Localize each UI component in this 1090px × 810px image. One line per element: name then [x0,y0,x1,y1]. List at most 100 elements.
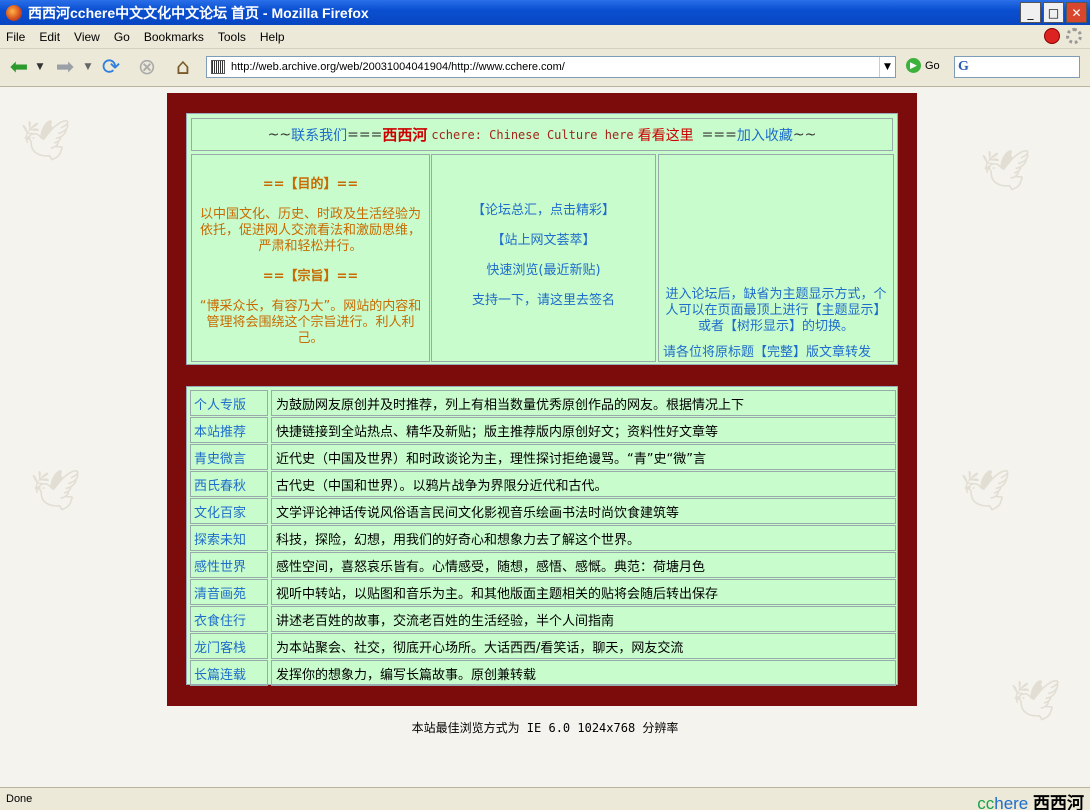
tips-column: 进入论坛后，缺省为主题显示方式，个人可以在页面最顶上进行【主题显示】或者【树形显… [658,154,894,362]
forum-link[interactable]: 个人专版 [190,390,268,416]
quick-browse-link[interactable]: 快速浏览(最近新贴) [432,263,655,279]
menu-view[interactable]: View [74,30,100,44]
crane-watermark-icon: 🕊 [960,468,1011,514]
forum-description: 古代史（中国和世界）。以鸦片战争为界限分近代和古代。 [271,471,896,497]
crane-watermark-icon: 🕊 [980,148,1031,194]
forum-description: 发挥你的想象力，编写长篇故事。原创兼转载 [271,660,896,686]
forum-link[interactable]: 衣食住行 [190,606,268,632]
forum-row: 清音画苑 视听中转站，以贴图和音乐为主。和其他版面主题相关的贴将会随后转出保存 [190,579,896,605]
menu-help[interactable]: Help [260,30,285,44]
navigation-toolbar: ⬅ ▼ ➡ ▼ ⟳ ⊗ ⌂ http://web.archive.org/web… [0,49,1090,87]
add-bookmark-link[interactable]: 加入收藏 [737,125,793,145]
forum-description: 近代史（中国及世界）和时政谈论为主，理性探讨拒绝谩骂。“青”史“微”言 [271,444,896,470]
throbber-icon [1066,28,1082,44]
purpose-title: ==【目的】== [262,177,359,192]
window-title: 西西河cchere中文文化中文论坛 首页 - Mozilla Firefox [28,4,369,21]
logo-cc: cc [977,794,995,810]
go-arrow-icon: ▶ [906,58,921,73]
status-bar: Done cchere 西西河 [0,787,1090,810]
forum-link[interactable]: 感性世界 [190,552,268,578]
firefox-icon [6,4,22,21]
tips-text-2: 请各位将原标题【完整】版文章转发 [663,345,872,360]
search-input[interactable]: G [954,56,1080,78]
menu-bookmarks[interactable]: Bookmarks [144,30,204,44]
logo-cn: 西西河 [1033,794,1084,810]
purpose-text: 以中国文化、历史、时政及生活经验为依托，促进网人交流看法和激励思维，严肃和轻松并… [199,207,421,254]
forum-description: 科技，探险，幻想，用我们的好奇心和想象力去了解这个世界。 [271,525,896,551]
links-column: 【论坛总汇，点击精彩】 【站上网文荟萃】 快速浏览(最近新贴) 支持一下，请这里… [431,154,656,362]
tenet-title: ==【宗旨】== [262,269,359,284]
url-dropdown-icon[interactable]: ▼ [879,57,895,77]
forum-summary-link[interactable]: 【论坛总汇，点击精彩】 [432,203,655,219]
site-header: ~~ 联系我们 === 西西河 cchere: Chinese Culture … [191,118,893,151]
stop-icon[interactable]: ⊗ [132,53,162,81]
window-title-bar: 西西河cchere中文文化中文论坛 首页 - Mozilla Firefox _… [0,0,1090,25]
close-button[interactable]: ✕ [1066,2,1087,23]
menu-file[interactable]: File [6,30,25,44]
crane-watermark-icon: 🕊 [20,118,71,164]
minimize-button[interactable]: _ [1020,2,1041,23]
page-content: 🕊 🕊 🕊 🕊 🕊 ~~ 联系我们 === 西西河 cchere: Chines… [0,87,1090,787]
forum-link[interactable]: 青史微言 [190,444,268,470]
menu-edit[interactable]: Edit [39,30,60,44]
header-separator: === [701,126,737,143]
menu-bar: File Edit View Go Bookmarks Tools Help [0,25,1090,49]
tips-text: 进入论坛后，缺省为主题显示方式，个人可以在页面最顶上进行【主题显示】或者【树形显… [665,287,887,334]
purpose-column: ==【目的】== 以中国文化、历史、时政及生活经验为依托，促进网人交流看法和激励… [191,154,430,362]
back-dropdown-icon[interactable]: ▼ [34,53,46,81]
header-separator: === [347,126,383,143]
url-text[interactable]: http://web.archive.org/web/2003100404190… [231,61,879,73]
status-text: Done [6,793,33,805]
maximize-button[interactable]: □ [1043,2,1064,23]
forum-description: 为本站聚会、社交，彻底开心场所。大话西西/看笑话，聊天，网友交流 [271,633,896,659]
menu-go[interactable]: Go [114,30,130,44]
stop-notification-icon[interactable] [1044,28,1060,44]
page-favicon-icon [211,60,225,74]
logo-here: here [994,794,1029,810]
contact-link[interactable]: 联系我们 [291,125,347,145]
forum-row: 个人专版 为鼓励网友原创并及时推荐，列上有相当数量优秀原创作品的网友。根据情况上… [190,390,896,416]
cchere-logo: cchere 西西河 [977,789,1084,810]
forum-description: 感性空间，喜怒哀乐皆有。心情感受，随想，感悟、感慨。典范：荷塘月色 [271,552,896,578]
forum-description: 视听中转站，以贴图和音乐为主。和其他版面主题相关的贴将会随后转出保存 [271,579,896,605]
go-label: Go [925,59,940,72]
look-here-link[interactable]: 看看这里 [638,125,694,145]
crane-watermark-icon: 🕊 [1010,678,1061,724]
go-button[interactable]: ▶ Go [906,58,940,73]
forum-link[interactable]: 本站推荐 [190,417,268,443]
home-icon[interactable]: ⌂ [168,53,198,81]
url-bar[interactable]: http://web.archive.org/web/2003100404190… [206,56,896,78]
forum-link[interactable]: 龙门客栈 [190,633,268,659]
forum-row: 本站推荐 快捷链接到全站热点、精华及新贴；版主推荐版内原创好文；资料性好文章等 [190,417,896,443]
intro-box: ~~ 联系我们 === 西西河 cchere: Chinese Culture … [186,113,898,365]
forum-row: 探索未知 科技，探险，幻想，用我们的好奇心和想象力去了解这个世界。 [190,525,896,551]
forum-link[interactable]: 长篇连载 [190,660,268,686]
sign-support-link[interactable]: 支持一下，请这里去签名 [432,293,655,309]
reload-icon[interactable]: ⟳ [96,53,126,81]
forum-link[interactable]: 文化百家 [190,498,268,524]
forward-dropdown-icon[interactable]: ▼ [82,53,94,81]
window-controls: _ □ ✕ [1020,2,1087,23]
footer-note: 本站最佳浏览方式为 IE 6.0 1024x768 分辨率 [411,721,679,735]
forum-row: 文化百家 文学评论神话传说风俗语言民间文化影视音乐绘画书法时尚饮食建筑等 [190,498,896,524]
menu-tools[interactable]: Tools [218,30,246,44]
forum-row: 龙门客栈 为本站聚会、社交，彻底开心场所。大话西西/看笑话，聊天，网友交流 [190,633,896,659]
tenet-text: “博采众长，有容乃大”。网站的内容和管理将会围绕这个宗旨进行。利人利己。 [199,299,422,346]
forum-link[interactable]: 探索未知 [190,525,268,551]
forum-description: 快捷链接到全站热点、精华及新贴；版主推荐版内原创好文；资料性好文章等 [271,417,896,443]
forum-list: 个人专版 为鼓励网友原创并及时推荐，列上有相当数量优秀原创作品的网友。根据情况上… [186,386,898,686]
forum-row: 感性世界 感性空间，喜怒哀乐皆有。心情感受，随想，感悟、感慨。典范：荷塘月色 [190,552,896,578]
forum-row: 衣食住行 讲述老百姓的故事，交流老百姓的生活经验，半个人间指南 [190,606,896,632]
forum-description: 为鼓励网友原创并及时推荐，列上有相当数量优秀原创作品的网友。根据情况上下 [271,390,896,416]
forum-row: 西氏春秋 古代史（中国和世界）。以鸦片战争为界限分近代和古代。 [190,471,896,497]
google-icon: G [958,59,969,74]
site-brand: 西西河 [382,126,428,144]
back-arrow-icon[interactable]: ⬅ [4,53,34,81]
forward-arrow-icon[interactable]: ➡ [50,53,80,81]
forum-link[interactable]: 清音画苑 [190,579,268,605]
header-tilde-left: ~~ [267,126,292,143]
forum-description: 文学评论神话传说风俗语言民间文化影视音乐绘画书法时尚饮食建筑等 [271,498,896,524]
articles-link[interactable]: 【站上网文荟萃】 [432,233,655,249]
forum-link[interactable]: 西氏春秋 [190,471,268,497]
forum-description: 讲述老百姓的故事，交流老百姓的生活经验，半个人间指南 [271,606,896,632]
